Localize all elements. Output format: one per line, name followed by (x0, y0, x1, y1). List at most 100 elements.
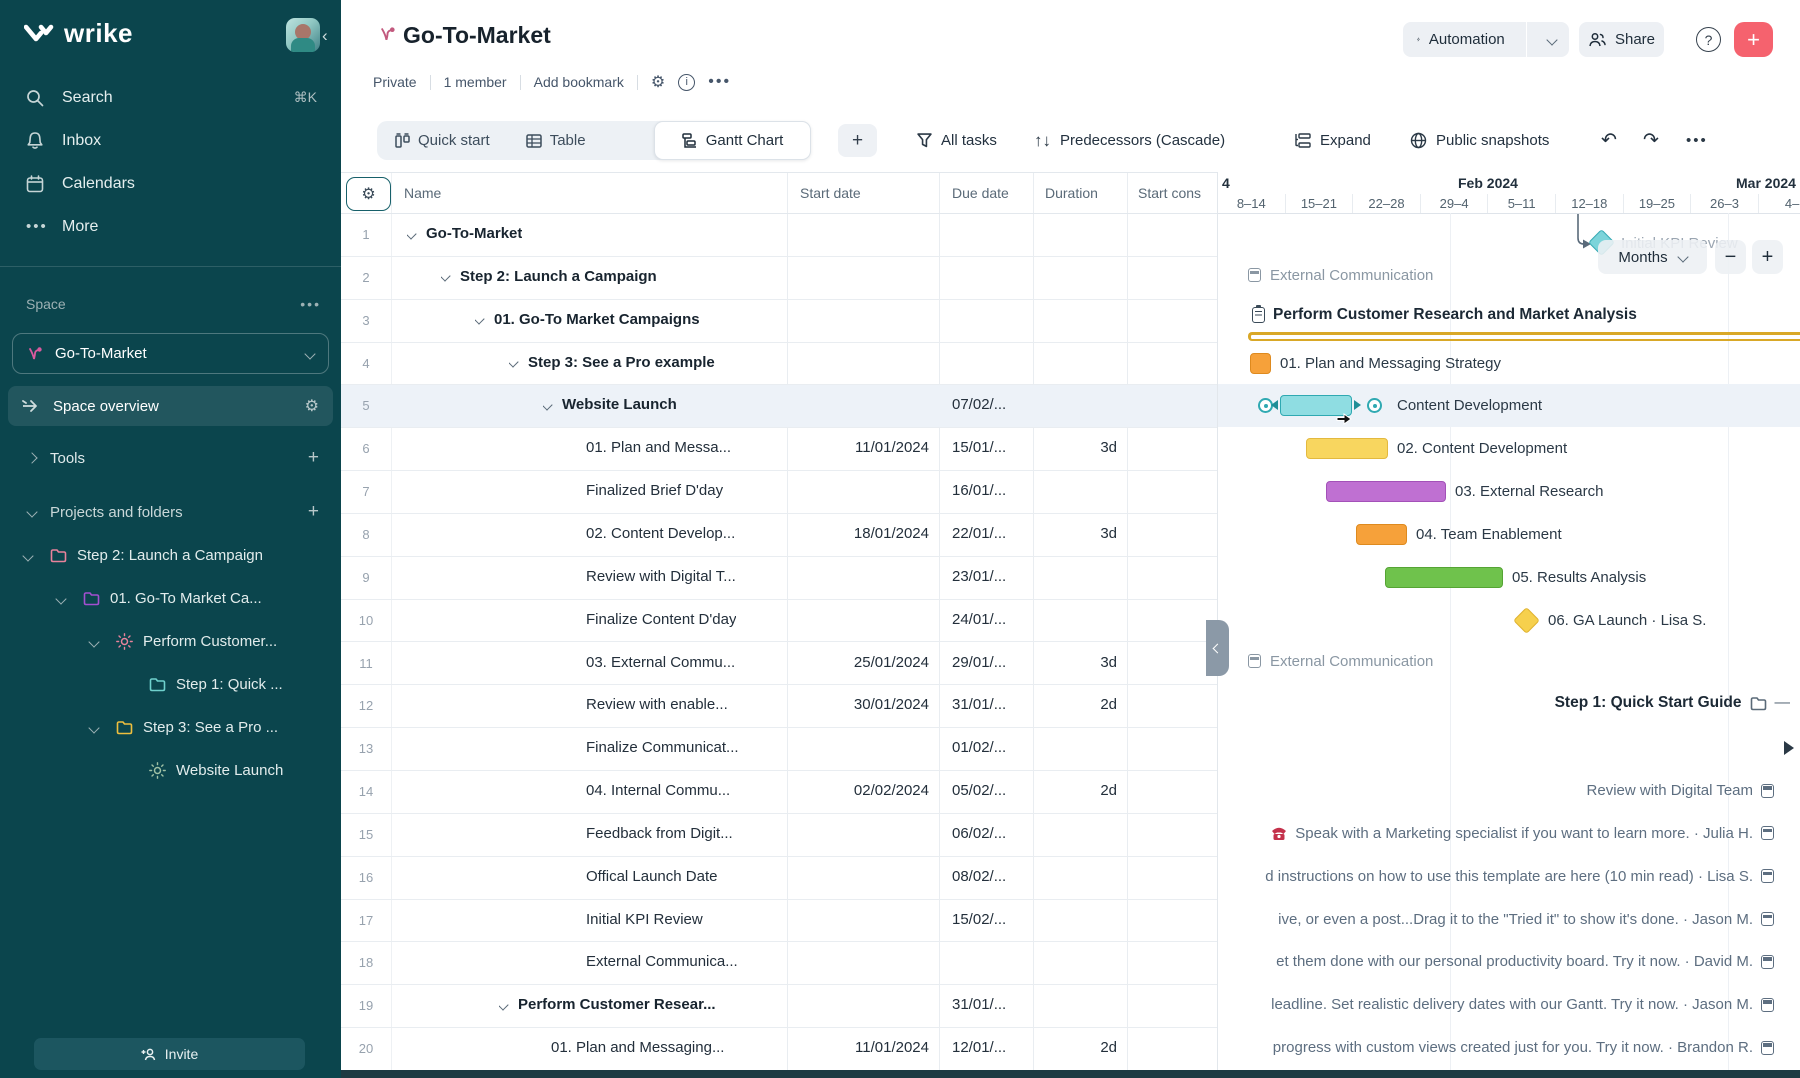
info-icon[interactable]: i (678, 74, 695, 91)
duration[interactable]: 3d (1033, 654, 1117, 671)
sidebar-item-tools[interactable]: Tools + (0, 438, 341, 478)
due-date[interactable]: 23/01/... (952, 568, 1006, 585)
add-tool-icon[interactable]: + (308, 447, 319, 469)
start-date[interactable]: 11/01/2024 (787, 1039, 929, 1056)
gantt-bar[interactable] (1250, 353, 1271, 374)
expand-control[interactable]: Expand (1294, 128, 1371, 153)
sidebar-item-space-overview[interactable]: Space overview ⚙ (8, 386, 333, 426)
task-name[interactable]: 03. External Commu... (586, 654, 735, 671)
chevron-down-icon[interactable] (88, 722, 99, 733)
tree-item[interactable]: Step 2: Launch a Campaign (0, 534, 341, 577)
start-date[interactable]: 25/01/2024 (787, 654, 929, 671)
redo-button[interactable]: ↷ (1643, 128, 1659, 153)
table-row-12[interactable]: 12Review with enable...30/01/202431/01/.… (341, 685, 1217, 728)
avatar[interactable] (286, 18, 320, 52)
col-due-date[interactable]: Due date (952, 185, 1009, 201)
table-row-17[interactable]: 17Initial KPI Review15/02/... (341, 900, 1217, 943)
timescale-dropdown[interactable]: Months (1598, 240, 1707, 274)
sidebar-item-inbox[interactable]: Inbox (0, 119, 341, 162)
table-settings-button[interactable]: ⚙ (346, 177, 391, 211)
table-row-1[interactable]: 1Go-To-Market (341, 214, 1217, 257)
duration[interactable]: 2d (1033, 782, 1117, 799)
table-row-2[interactable]: 2Step 2: Launch a Campaign (341, 257, 1217, 300)
sidebar-item-more[interactable]: ••• More (0, 205, 341, 248)
panel-splitter[interactable] (1206, 620, 1229, 676)
create-button[interactable]: + (1734, 22, 1773, 57)
duration[interactable]: 2d (1033, 1039, 1117, 1056)
automation-button[interactable]: Automation (1403, 22, 1569, 57)
due-date[interactable]: 05/02/... (952, 782, 1006, 799)
tree-item[interactable]: Website Launch (0, 749, 341, 792)
col-start-date[interactable]: Start date (800, 185, 861, 201)
due-date[interactable]: 24/01/... (952, 611, 1006, 628)
add-project-icon[interactable]: + (308, 501, 319, 523)
gantt-summary-bar[interactable] (1248, 332, 1800, 341)
table-row-16[interactable]: 16Offical Launch Date08/02/... (341, 857, 1217, 900)
col-duration[interactable]: Duration (1045, 185, 1098, 201)
space-selector[interactable]: Go-To-Market (12, 333, 329, 374)
chevron-down-icon[interactable] (543, 399, 553, 410)
due-date[interactable]: 22/01/... (952, 525, 1006, 542)
undo-button[interactable]: ↶ (1601, 128, 1617, 153)
start-date[interactable]: 11/01/2024 (787, 439, 929, 456)
due-date[interactable]: 29/01/... (952, 654, 1006, 671)
chevron-down-icon[interactable] (441, 271, 451, 282)
due-date[interactable]: 15/02/... (952, 911, 1006, 928)
add-bookmark-link[interactable]: Add bookmark (534, 74, 624, 90)
table-row-13[interactable]: 13Finalize Communicat...01/02/... (341, 728, 1217, 771)
table-row-10[interactable]: 10Finalize Content D'day24/01/... (341, 600, 1217, 643)
task-name[interactable]: Perform Customer Resear... (499, 996, 716, 1013)
task-name[interactable]: 01. Plan and Messa... (586, 439, 731, 456)
task-name[interactable]: Step 3: See a Pro example (509, 354, 715, 371)
zoom-out-button[interactable]: − (1715, 240, 1746, 274)
task-name[interactable]: Go-To-Market (407, 225, 522, 242)
table-row-9[interactable]: 9Review with Digital T...23/01/... (341, 557, 1217, 600)
due-date[interactable]: 31/01/... (952, 996, 1006, 1013)
sidebar-item-calendars[interactable]: Calendars (0, 162, 341, 205)
table-row-8[interactable]: 802. Content Develop...18/01/202422/01/.… (341, 514, 1217, 557)
table-row-5[interactable]: 5Website Launch07/02/... (341, 385, 1217, 428)
sidebar-collapse-icon[interactable]: ‹ (322, 26, 328, 46)
due-date[interactable]: 08/02/... (952, 868, 1006, 885)
table-row-4[interactable]: 4Step 3: See a Pro example (341, 343, 1217, 386)
resize-left-icon[interactable] (1271, 400, 1278, 410)
table-row-11[interactable]: 1103. External Commu...25/01/202429/01/.… (341, 643, 1217, 686)
task-name[interactable]: 01. Plan and Messaging... (551, 1039, 724, 1056)
chevron-down-icon[interactable] (88, 636, 99, 647)
table-row-7[interactable]: 7Finalized Brief D'day16/01/... (341, 471, 1217, 514)
sidebar-item-projects-folders[interactable]: Projects and folders + (0, 492, 341, 532)
task-name[interactable]: 01. Go-To Market Campaigns (475, 311, 700, 328)
tree-item[interactable]: 01. Go-To Market Ca... (0, 577, 341, 620)
task-name[interactable]: External Communica... (586, 953, 738, 970)
chevron-down-icon[interactable] (22, 550, 33, 561)
task-name[interactable]: Finalize Communicat... (586, 739, 739, 756)
table-row-20[interactable]: 2001. Plan and Messaging...11/01/202412/… (341, 1028, 1217, 1071)
duration[interactable]: 3d (1033, 525, 1117, 542)
tab-gantt-chart[interactable]: Gantt Chart (654, 121, 811, 160)
share-button[interactable]: Share (1579, 22, 1664, 57)
task-name[interactable]: Review with enable... (586, 696, 728, 713)
task-name[interactable]: Initial KPI Review (586, 911, 703, 928)
tree-item[interactable]: Perform Customer... (0, 620, 341, 663)
task-name[interactable]: Review with Digital T... (586, 568, 736, 585)
col-name[interactable]: Name (404, 185, 441, 201)
start-date[interactable]: 30/01/2024 (787, 696, 929, 713)
table-row-6[interactable]: 601. Plan and Messa...11/01/202415/01/..… (341, 428, 1217, 471)
help-button[interactable]: ? (1696, 27, 1721, 52)
task-name[interactable]: Website Launch (543, 396, 677, 413)
gantt-bar[interactable] (1306, 438, 1388, 459)
more-icon[interactable]: ••• (708, 73, 731, 91)
due-date[interactable]: 15/01/... (952, 439, 1006, 456)
scroll-to-task-arrow[interactable] (1784, 741, 1794, 755)
public-snapshots-control[interactable]: Public snapshots (1410, 128, 1549, 153)
invite-button[interactable]: Invite (34, 1038, 305, 1070)
task-name[interactable]: Feedback from Digit... (586, 825, 733, 842)
task-name[interactable]: Finalize Content D'day (586, 611, 736, 628)
task-name[interactable]: Finalized Brief D'day (586, 482, 723, 499)
chevron-down-icon[interactable] (1546, 34, 1557, 45)
tab-table[interactable]: Table (508, 121, 604, 160)
due-date[interactable]: 16/01/... (952, 482, 1006, 499)
chevron-down-icon[interactable] (407, 228, 417, 239)
col-start-constraint[interactable]: Start cons (1138, 185, 1201, 201)
table-row-14[interactable]: 1404. Internal Commu...02/02/202405/02/.… (341, 771, 1217, 814)
